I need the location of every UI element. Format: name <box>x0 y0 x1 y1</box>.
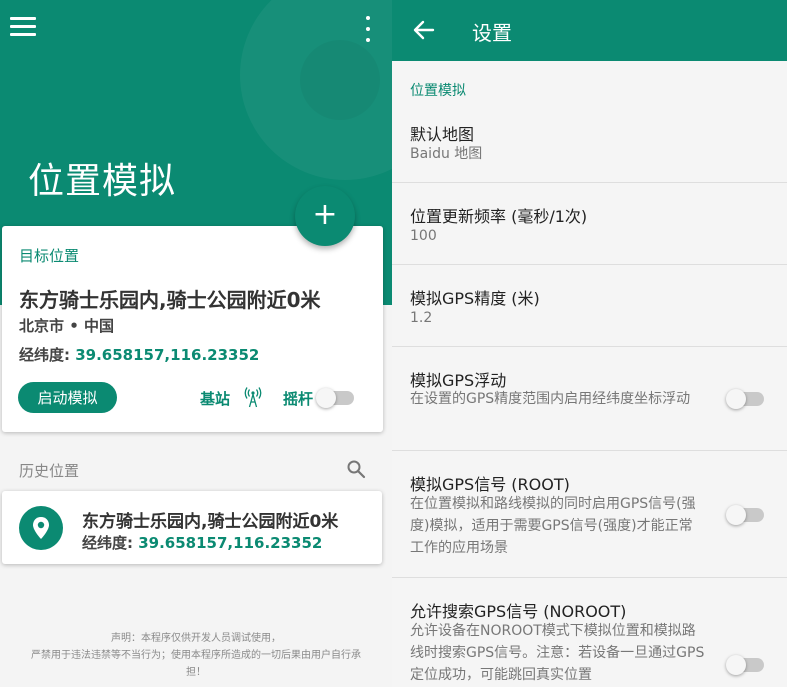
switch-knob <box>726 655 746 675</box>
cell-tower-label[interactable]: 基站 <box>200 388 230 409</box>
history-section-label: 历史位置 <box>19 462 80 480</box>
category-label: 位置模拟 <box>410 83 466 99</box>
gps-signal-root-switch[interactable] <box>726 505 764 525</box>
gps-search-noroot-switch[interactable] <box>726 655 764 675</box>
coords-value: 39.658157,116.23352 <box>75 346 260 364</box>
pref-gps-float[interactable]: 模拟GPS浮动 在设置的GPS精度范围内启用经纬度坐标浮动 <box>392 347 787 450</box>
back-arrow-icon[interactable] <box>412 19 436 41</box>
switch-knob <box>316 388 336 408</box>
joystick-switch[interactable] <box>316 388 354 408</box>
gps-float-switch[interactable] <box>726 389 764 409</box>
history-place-name: 东方骑士乐园内,骑士公园附近0米 <box>82 512 339 532</box>
coords-label: 经纬度: <box>19 346 70 364</box>
target-place-name: 东方骑士乐园内,骑士公园附近0米 <box>19 288 321 312</box>
pref-summary: Baidu 地图 <box>410 146 483 162</box>
location-pin-icon <box>19 506 63 550</box>
pref-summary: 在设置的GPS精度范围内启用经纬度坐标浮动 <box>410 391 691 407</box>
target-location-card: 目标位置 东方骑士乐园内,骑士公园附近0米 北京市 • 中国 经纬度: 39.6… <box>2 226 383 432</box>
pref-summary: 100 <box>410 228 437 244</box>
pref-title: 允许搜索GPS信号 (NOROOT) <box>410 602 627 621</box>
history-coordinates: 经纬度: 39.658157,116.23352 <box>82 532 322 553</box>
joystick-label: 摇杆 <box>283 390 314 408</box>
pref-title: 位置更新频率 (毫秒/1次) <box>410 207 588 226</box>
switch-knob <box>726 389 746 409</box>
pref-gps-search-noroot[interactable]: 允许搜索GPS信号 (NOROOT) 允许设备在NOROOT模式下模拟位置和模拟… <box>392 578 787 687</box>
page-title: 位置模拟 <box>28 161 177 202</box>
pref-title: 模拟GPS信号 (ROOT) <box>410 475 570 494</box>
coords-label: 经纬度: <box>82 534 133 552</box>
disclaimer-text: 声明：本程序仅供开发人员调试使用， 严禁用于违法违禁等不当行为；使用本程序所造成… <box>0 630 392 681</box>
banner-decoration <box>300 40 380 120</box>
pref-title: 默认地图 <box>410 125 475 144</box>
pref-summary: 允许设备在NOROOT模式下模拟位置和模拟路线时搜索GPS信号。注意：若设备一旦… <box>410 623 705 683</box>
cell-tower-icon[interactable] <box>243 386 263 408</box>
menu-icon[interactable] <box>10 17 36 39</box>
coords-value: 39.658157,116.23352 <box>138 534 323 552</box>
settings-title: 设置 <box>472 21 512 45</box>
main-screen: 位置模拟 目标位置 东方骑士乐园内,骑士公园附近0米 北京市 • 中国 经纬度:… <box>0 0 392 687</box>
disclaimer-line: 担！ <box>186 667 206 678</box>
pref-gps-accuracy[interactable]: 模拟GPS精度 (米) 1.2 <box>392 265 787 346</box>
pref-gps-signal-root[interactable]: 模拟GPS信号 (ROOT) 在位置模拟和路线模拟的同时启用GPS信号(强度)模… <box>392 451 787 577</box>
target-region: 北京市 • 中国 <box>19 317 115 335</box>
disclaimer-line: 严禁用于违法违禁等不当行为；使用本程序所造成的一切后果由用户自行承 <box>31 650 361 661</box>
section-label: 目标位置 <box>19 247 80 265</box>
more-vert-icon[interactable] <box>360 16 376 42</box>
settings-screen: 设置 位置模拟 默认地图 Baidu 地图 位置更新频率 (毫秒/1次) 100… <box>392 0 787 687</box>
pref-default-map[interactable]: 默认地图 Baidu 地图 <box>392 104 787 182</box>
pref-title: 模拟GPS精度 (米) <box>410 289 540 308</box>
start-simulation-button[interactable]: 启动模拟 <box>18 382 117 413</box>
pref-summary: 1.2 <box>410 310 433 326</box>
disclaimer-line: 声明：本程序仅供开发人员调试使用， <box>111 633 281 644</box>
target-coordinates: 经纬度: 39.658157,116.23352 <box>19 344 259 365</box>
pref-update-frequency[interactable]: 位置更新频率 (毫秒/1次) 100 <box>392 183 787 264</box>
search-icon[interactable] <box>346 459 366 479</box>
history-item[interactable]: 东方骑士乐园内,骑士公园附近0米 经纬度: 39.658157,116.2335… <box>2 491 382 564</box>
add-location-fab[interactable]: + <box>295 186 355 246</box>
app-screens: 位置模拟 目标位置 东方骑士乐园内,骑士公园附近0米 北京市 • 中国 经纬度:… <box>0 0 787 687</box>
pref-summary: 在位置模拟和路线模拟的同时启用GPS信号(强度)模拟，适用于需要GPS信号(强度… <box>410 496 696 556</box>
switch-knob <box>726 505 746 525</box>
settings-app-bar: 设置 <box>392 0 787 61</box>
